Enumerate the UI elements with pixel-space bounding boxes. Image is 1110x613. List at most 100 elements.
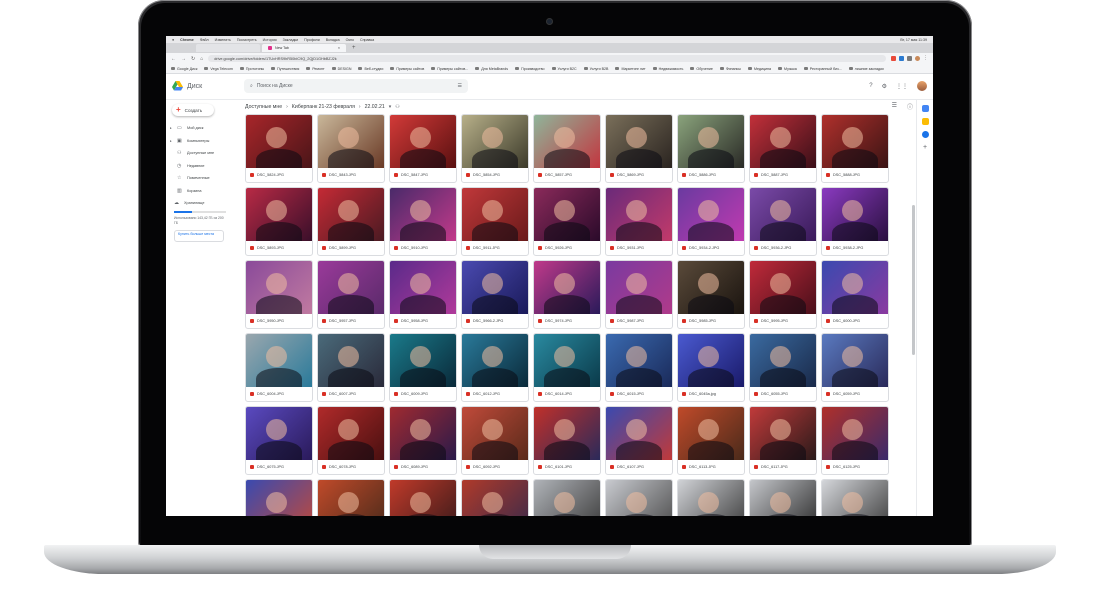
file-card[interactable]: DSC_5936-2.JPG [749,187,817,256]
file-card[interactable]: DSC_5893.JPG [245,187,313,256]
photo-thumbnail[interactable] [750,480,816,516]
file-name-row[interactable]: DSC_5987.JPG [606,314,672,328]
file-name-row[interactable]: DSC_5936-2.JPG [750,241,816,255]
file-name-row[interactable]: DSC_6045a.jpg [678,387,744,401]
file-card[interactable]: DSC_6078.JPG [317,406,385,475]
menu-0[interactable]: Файл [200,38,209,42]
bookmark-item[interactable]: Путешествия [271,67,299,71]
file-name-row[interactable]: DSC_5847.JPG [390,168,456,182]
photo-thumbnail[interactable] [390,188,456,241]
file-card[interactable]: DSC_5886.JPG [677,114,745,183]
file-card[interactable]: DSC_5966-2.JPG [461,260,529,329]
chevron-down-icon[interactable]: ▾ [389,104,392,110]
sidebar-item-5[interactable]: ▥ Корзина [166,185,236,198]
file-name-row[interactable]: DSC_5824.JPG [246,168,312,182]
photo-thumbnail[interactable] [678,334,744,387]
tab-inactive[interactable] [196,44,260,52]
photo-thumbnail[interactable] [822,407,888,460]
search-icon[interactable]: ⌕ [250,83,253,89]
file-name-row[interactable]: DSC_5931.JPG [606,241,672,255]
file-name-row[interactable]: DSC_5926.JPG [534,241,600,255]
profile-icon[interactable] [915,56,920,61]
file-card[interactable]: DSC_6014.JPG [533,333,601,402]
menu-dots-icon[interactable]: ⋮ [923,56,928,61]
photo-thumbnail[interactable] [246,480,312,516]
chevron-right-icon[interactable]: ▸ [170,139,173,143]
photo-thumbnail[interactable] [246,115,312,168]
info-icon[interactable]: ⓘ [907,102,913,111]
photo-thumbnail[interactable] [750,261,816,314]
bookmark-item[interactable]: Услуги B2B [583,67,608,71]
file-card[interactable]: DSC_5958.JPG [389,260,457,329]
file-name-row[interactable]: DSC_5985.JPG [678,314,744,328]
photo-thumbnail[interactable] [822,188,888,241]
photo-thumbnail[interactable] [750,334,816,387]
photo-thumbnail[interactable] [822,334,888,387]
file-name-row[interactable]: DSC_6012.JPG [462,387,528,401]
file-card[interactable]: DSC_6170.JPG [821,479,889,516]
photo-thumbnail[interactable] [678,115,744,168]
sidebar-item-1[interactable]: ▸ ▣ Компьютеры [166,135,236,148]
bookmark-item[interactable]: Услуги B2C [551,67,577,71]
photo-thumbnail[interactable] [318,188,384,241]
file-card[interactable]: DSC_5888.JPG [821,114,889,183]
extension-icon[interactable] [907,56,912,61]
file-name-row[interactable]: DSC_6107.JPG [606,460,672,474]
address-input[interactable]: drive.google.com/drive/folders/1TUvHRS9h… [208,55,886,62]
file-card[interactable]: DSC_5869.JPG [605,114,673,183]
file-card[interactable]: DSC_6158.JPG [605,479,673,516]
file-card[interactable]: DSC_5899.JPG [317,187,385,256]
breadcrumb-item-0[interactable]: Доступные мне [245,104,282,110]
file-card[interactable]: DSC_5926.JPG [533,187,601,256]
file-name-row[interactable]: DSC_5938-2.JPG [822,241,888,255]
photo-thumbnail[interactable] [750,407,816,460]
file-card[interactable]: DSC_6004.JPG [245,333,313,402]
file-card[interactable]: DSC_5995.JPG [749,260,817,329]
apps-grid-icon[interactable]: ⋮⋮ [896,83,908,90]
file-card[interactable]: DSC_6007.JPG [317,333,385,402]
file-name-row[interactable]: DSC_6089.JPG [390,460,456,474]
file-name-row[interactable]: DSC_6078.JPG [318,460,384,474]
file-card[interactable]: DSC_5887.JPG [749,114,817,183]
forward-icon[interactable]: → [181,56,186,62]
chevron-right-icon[interactable]: ▸ [170,126,173,130]
photo-thumbnail[interactable] [462,115,528,168]
file-card[interactable]: DSC_6101.JPG [533,406,601,475]
sidebar-item-0[interactable]: ▸ ▭ Мой диск [166,122,236,135]
photo-thumbnail[interactable] [822,115,888,168]
app-name[interactable]: Chrome [180,38,194,42]
file-name-row[interactable]: DSC_5974.JPG [534,314,600,328]
file-name-row[interactable]: DSC_5869.JPG [606,168,672,182]
photo-thumbnail[interactable] [606,480,672,516]
photo-thumbnail[interactable] [462,261,528,314]
tab-active[interactable]: New Tab × [262,44,346,52]
file-card[interactable]: DSC_6000.JPG [821,260,889,329]
storage-section[interactable]: ☁ Хранилище [174,197,236,209]
photo-thumbnail[interactable] [606,115,672,168]
file-name-row[interactable]: DSC_5899.JPG [318,241,384,255]
photo-thumbnail[interactable] [462,334,528,387]
bookmark-item[interactable]: Ресторанный биз... [803,67,842,71]
bookmark-item[interactable]: Примеры сайтов [390,67,424,71]
photo-thumbnail[interactable] [822,261,888,314]
bookmark-item[interactable]: Vega Telecom [204,67,233,71]
file-card[interactable]: DSC_6089.JPG [389,406,457,475]
file-card[interactable]: DSC_5854.JPG [461,114,529,183]
photo-thumbnail[interactable] [318,334,384,387]
bookmark-item[interactable]: DESIGN [331,67,351,71]
clock[interactable]: Вт, 17 мая 11:39 [900,38,927,42]
menu-5[interactable]: Профили [304,38,320,42]
file-name-row[interactable]: DSC_6055.JPG [750,387,816,401]
bookmark-item[interactable]: Примеры сайтов... [431,67,468,71]
file-name-row[interactable]: DSC_5910.JPG [390,241,456,255]
bookmark-item[interactable]: Финансы [719,67,741,71]
file-name-row[interactable]: DSC_6000.JPG [822,314,888,328]
photo-thumbnail[interactable] [534,188,600,241]
photo-thumbnail[interactable] [606,261,672,314]
photo-thumbnail[interactable] [606,334,672,387]
file-name-row[interactable]: DSC_6101.JPG [534,460,600,474]
file-card[interactable]: DSC_6075.JPG [245,406,313,475]
file-card[interactable]: DSC_5910.JPG [389,187,457,256]
reload-icon[interactable]: ↻ [191,56,195,62]
file-name-row[interactable]: DSC_5888.JPG [822,168,888,182]
